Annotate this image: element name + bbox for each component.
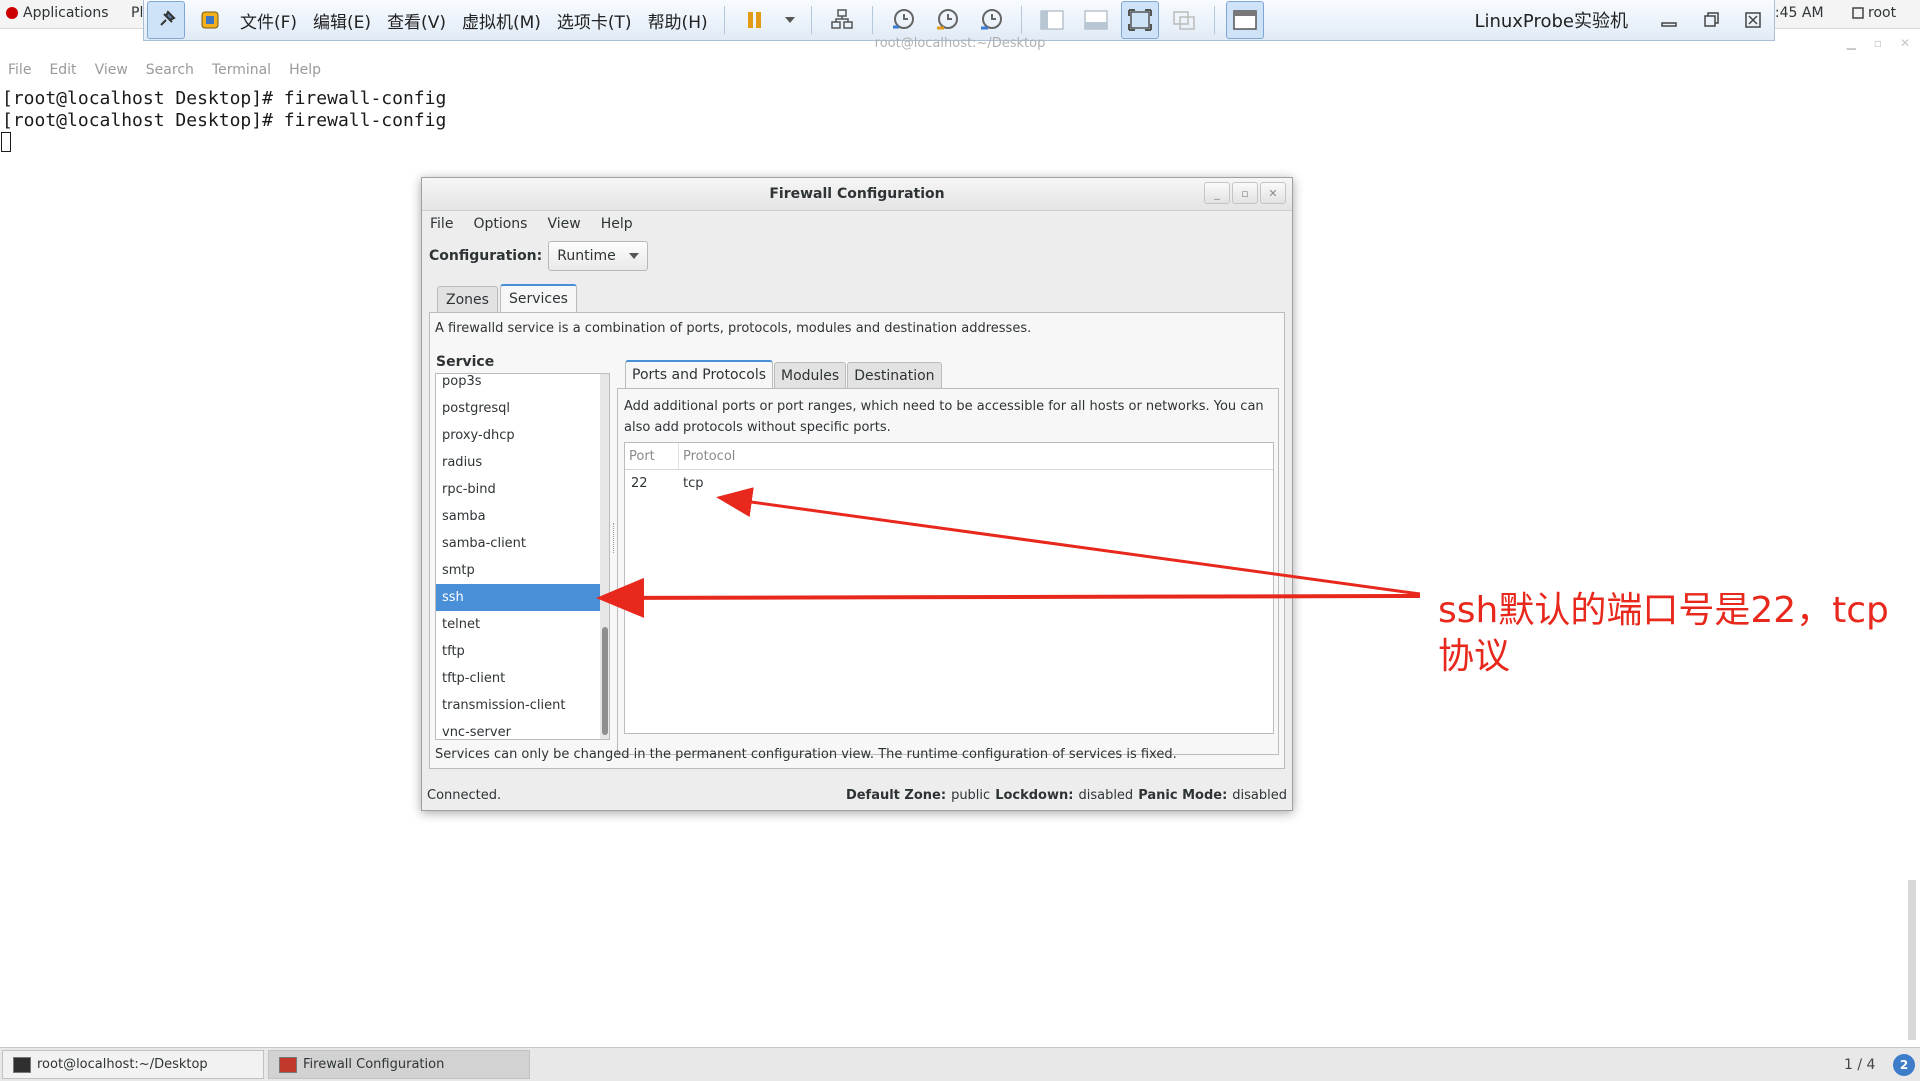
annotation-arrows — [596, 487, 1421, 618]
bottom-taskbar: root@localhost:~/Desktop Firewall Config… — [0, 1047, 1920, 1081]
workspace-indicator[interactable]: 1 / 4 — [1844, 1057, 1875, 1073]
task-terminal[interactable]: root@localhost:~/Desktop — [2, 1050, 264, 1079]
annotation-text: ssh默认的端口号是22，tcp协议 — [1438, 590, 1889, 677]
task-label: Firewall Configuration — [303, 1057, 445, 1072]
terminal-icon — [13, 1056, 31, 1073]
notification-icon[interactable]: 2 — [1893, 1054, 1915, 1076]
arrow-to-port — [716, 487, 1421, 596]
arrow-to-ssh — [596, 577, 1421, 618]
firewall-icon — [279, 1056, 297, 1073]
task-label: root@localhost:~/Desktop — [37, 1057, 208, 1072]
task-firewall[interactable]: Firewall Configuration — [268, 1050, 530, 1079]
